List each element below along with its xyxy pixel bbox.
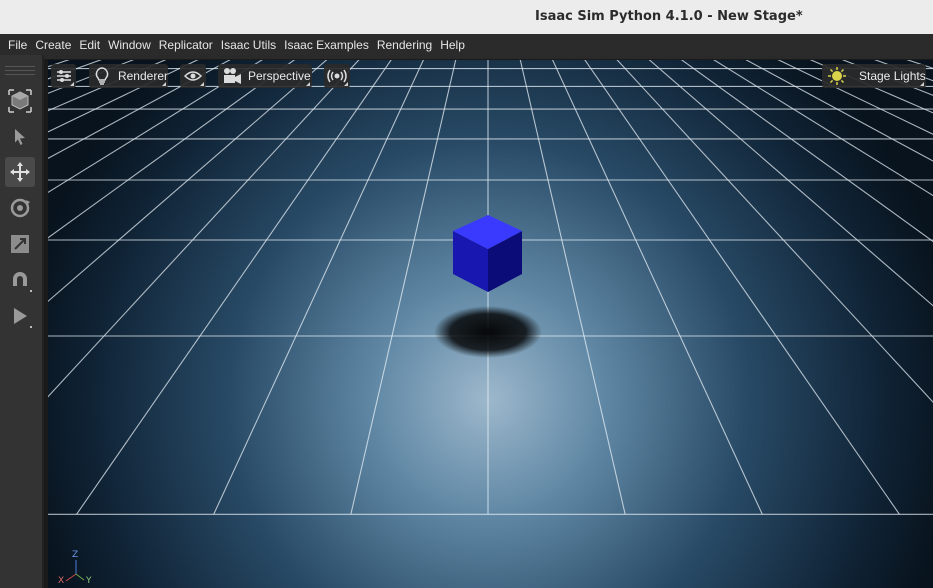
title-bar: Isaac Sim Python 4.1.0 - New Stage* — [0, 0, 933, 35]
select-arrow-icon — [15, 129, 25, 145]
viewport-settings-button[interactable] — [51, 64, 76, 88]
audio-button[interactable] — [324, 64, 350, 88]
audio-broadcast-icon — [327, 69, 347, 83]
menu-isaac-utils[interactable]: Isaac Utils — [216, 38, 279, 52]
menu-isaac-examples[interactable]: Isaac Examples — [279, 38, 372, 52]
menu-edit[interactable]: Edit — [74, 38, 103, 52]
menu-file[interactable]: File — [0, 38, 30, 52]
settings-sliders-icon — [56, 70, 71, 82]
menu-bar: File Create Edit Window Replicator Isaac… — [0, 34, 933, 55]
camera-button[interactable]: Perspective — [218, 64, 312, 88]
renderer-button[interactable]: Renderer — [89, 64, 168, 88]
cube-shadow — [434, 306, 542, 358]
scale-button[interactable] — [5, 229, 35, 259]
menu-replicator[interactable]: Replicator — [154, 38, 216, 52]
eye-icon — [184, 71, 202, 81]
select-button[interactable] — [5, 122, 35, 152]
axis-x-label: X — [58, 576, 65, 586]
viewport-canvas[interactable] — [48, 60, 933, 588]
rotate-button[interactable] — [5, 193, 35, 223]
camera-label: Perspective — [248, 69, 311, 83]
toolbar-grip[interactable] — [5, 66, 35, 78]
scale-icon — [11, 235, 29, 253]
snap-magnet-icon — [13, 272, 27, 286]
play-icon — [14, 308, 27, 324]
lightbulb-icon — [95, 67, 109, 85]
menu-window[interactable]: Window — [103, 38, 154, 52]
axis-gizmo: Z X Y — [56, 550, 96, 586]
play-button[interactable] — [5, 301, 35, 331]
renderer-label: Renderer — [117, 69, 168, 83]
axis-z-label: Z — [72, 550, 79, 560]
axis-y-label: Y — [86, 576, 92, 586]
menu-create[interactable]: Create — [30, 38, 74, 52]
move-button[interactable] — [5, 157, 35, 187]
viewport-panel — [44, 55, 933, 588]
sun-icon — [828, 67, 846, 85]
left-toolbar — [0, 55, 44, 588]
window-title: Isaac Sim Python 4.1.0 - New Stage* — [535, 9, 803, 24]
menu-rendering[interactable]: Rendering — [372, 38, 435, 52]
menu-help[interactable]: Help — [435, 38, 468, 52]
stage-lights-button[interactable]: Stage Lights — [822, 64, 926, 88]
rotate-icon — [10, 198, 30, 218]
movie-camera-icon — [224, 68, 241, 84]
snap-button[interactable] — [5, 265, 35, 295]
select-mode-icon — [8, 89, 32, 113]
select-mode-button[interactable] — [5, 86, 35, 116]
stage-lights-label: Stage Lights — [859, 69, 926, 83]
visibility-button[interactable] — [180, 64, 206, 88]
move-icon — [10, 162, 30, 182]
